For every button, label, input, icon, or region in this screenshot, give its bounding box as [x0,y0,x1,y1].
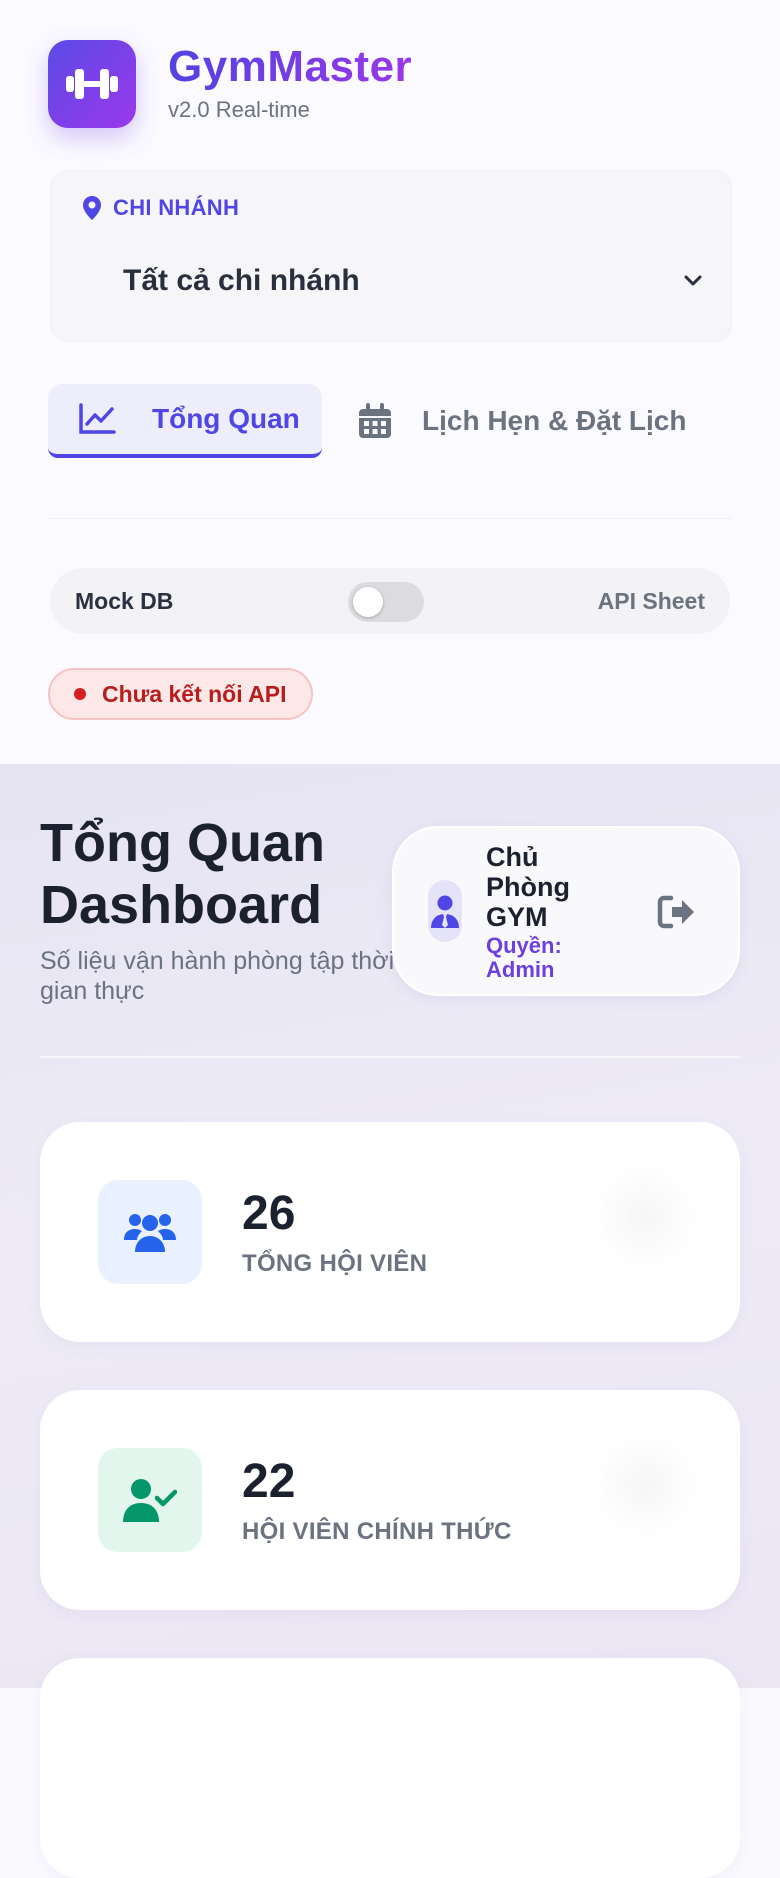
main-content: Tổng Quan Dashboard Số liệu vận hành phò… [0,764,780,1878]
stat-icon-box [98,1180,202,1284]
branch-label-text: CHI NHÁNH [113,195,240,220]
tab-divider [48,518,732,519]
data-source-toggle-row: Mock DB API Sheet [50,568,730,634]
data-source-switch[interactable] [348,582,424,622]
dumbbell-icon [66,69,118,99]
user-check-icon [123,1479,177,1522]
branch-select[interactable]: Tất cả chi nhánh [123,253,703,309]
map-pin-icon [83,196,101,220]
app-title: GymMaster [168,42,413,91]
tab-overview[interactable]: Tổng Quan [48,384,322,458]
api-sheet-label: API Sheet [597,587,705,614]
page-title: Tổng Quan Dashboard [40,813,325,935]
branch-selector-card: CHI NHÁNH Tất cả chi nhánh [50,170,732,342]
app-logo [48,40,136,128]
app-version: v2.0 Real-time [168,97,310,122]
users-icon [124,1214,176,1252]
api-status-badge: Chưa kết nối API [48,668,313,720]
switch-knob [353,587,383,617]
sign-out-icon [657,895,694,929]
stat-value: 26 [242,1187,296,1240]
branch-label: CHI NHÁNH [83,195,239,221]
stat-value: 22 [242,1455,296,1508]
stat-label: TỔNG HỘI VIÊN [242,1250,428,1277]
tab-overview-label: Tổng Quan [152,403,300,434]
logout-button[interactable] [656,892,696,932]
decorative-circle [590,1430,700,1540]
branch-select-value: Tất cả chi nhánh [123,264,360,297]
stat-card-total-members: 26 TỔNG HỘI VIÊN [40,1122,740,1342]
mock-db-label: Mock DB [75,587,174,614]
stat-card-official-members: 22 HỘI VIÊN CHÍNH THỨC [40,1390,740,1610]
api-status-text: Chưa kết nối API [102,680,287,707]
line-chart-icon [79,403,116,434]
user-name: Chủ Phòng GYM [486,842,570,932]
tab-booking[interactable]: Lịch Hẹn & Đặt Lịch [358,384,698,458]
stat-card-partial [40,1658,740,1878]
tab-booking-label: Lịch Hẹn & Đặt Lịch [422,405,687,436]
stat-icon-box [98,1448,202,1552]
page-subtitle: Số liệu vận hành phòng tập thời gian thự… [40,947,395,1005]
header-divider [40,1056,740,1058]
avatar [428,880,462,942]
user-role: Quyền: Admin [486,933,562,982]
status-dot-icon [74,688,86,700]
stat-label: HỘI VIÊN CHÍNH THỨC [242,1518,512,1545]
user-profile-card: Chủ Phòng GYM Quyền: Admin [392,826,740,996]
decorative-circle [590,1162,700,1272]
sidebar-panel: GymMaster v2.0 Real-time CHI NHÁNH Tất c… [0,0,780,764]
chevron-down-icon [684,275,702,286]
calendar-icon [359,403,391,438]
user-tie-icon [431,895,459,928]
